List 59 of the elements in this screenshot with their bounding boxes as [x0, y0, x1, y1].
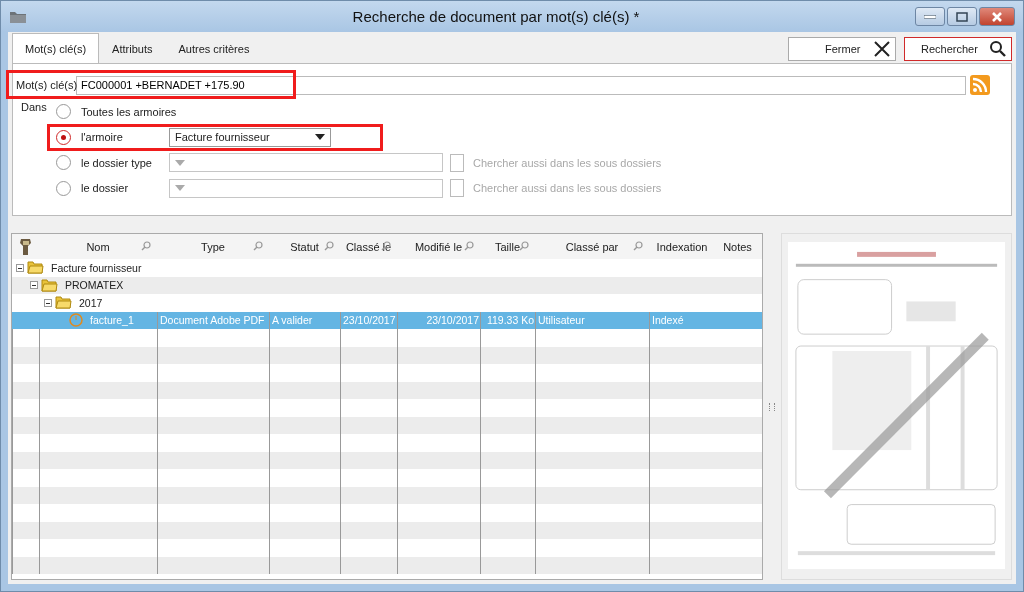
search-icon [989, 40, 1007, 58]
scope-label: Dans [21, 100, 48, 115]
collapse-toggle[interactable] [30, 281, 38, 290]
table-cell: A valider [272, 314, 313, 327]
keywords-label: Mot(s) clé(s) [16, 78, 78, 91]
close-button[interactable]: Fermer [788, 37, 896, 61]
collapse-toggle[interactable] [44, 298, 52, 307]
tab[interactable]: Mot(s) clé(s) [12, 33, 100, 64]
rss-icon [970, 75, 990, 95]
table-cell: 23/10/2017 [343, 314, 396, 327]
column-header[interactable]: Notes [723, 240, 752, 253]
maximize-button[interactable] [947, 7, 977, 26]
close-icon [873, 40, 891, 58]
clock-icon [69, 313, 83, 328]
column-header[interactable]: Classé par [565, 240, 619, 253]
table-cell: facture_1 [90, 314, 134, 327]
option-label: l'armoire [81, 131, 124, 144]
keywords-field[interactable]: FC000001 +BERNADET +175.90 [76, 75, 966, 95]
folder-icon [55, 296, 72, 310]
caret-icon [315, 134, 325, 141]
tab[interactable]: Autres critères [165, 33, 263, 63]
search-icon[interactable] [381, 241, 391, 251]
column-header[interactable]: Taille [494, 240, 521, 253]
radio-button[interactable] [56, 104, 71, 120]
column-header[interactable]: Indexation [656, 240, 708, 253]
folder-icon [27, 261, 44, 275]
collapse-toggle[interactable] [16, 263, 24, 272]
caret-icon [175, 185, 185, 192]
table-cell: Facture fournisseur [51, 261, 142, 274]
checkbox-label: Chercher aussi dans les sous dossiers [473, 156, 662, 169]
table-cell: Indexé [652, 314, 684, 327]
close-icon [991, 10, 1003, 23]
dropdown[interactable]: Facture fournisseur [169, 127, 331, 147]
table-cell: Utilisateur [538, 314, 585, 327]
table-cell: PROMATEX [65, 279, 124, 292]
tab[interactable]: Attributs [99, 33, 166, 63]
close-button[interactable] [979, 7, 1015, 26]
option-label: le dossier [81, 182, 130, 195]
column-header[interactable]: Statut [290, 240, 319, 253]
column-header[interactable]: Modifié le [414, 240, 463, 253]
minimize-icon [924, 14, 936, 19]
folder-icon [41, 278, 58, 292]
folder-icon [9, 9, 27, 24]
maximize-icon [956, 11, 968, 22]
option-label: Toutes les armoires [81, 105, 177, 118]
window-title: Recherche de document par mot(s) clé(s) * [351, 8, 641, 25]
search-button[interactable]: Rechercher [904, 37, 1012, 61]
caret-icon [175, 159, 185, 166]
radio-button[interactable] [56, 129, 71, 145]
table-cell: 2017 [79, 296, 103, 309]
table-cell: Document Adobe PDF [160, 314, 265, 327]
table-cell: 23/10/2017 [426, 314, 479, 327]
checkbox-label: Chercher aussi dans les sous dossiers [473, 182, 662, 195]
column-header[interactable]: Nom [86, 240, 110, 253]
splitter-handle[interactable] [769, 402, 775, 411]
column-header[interactable]: Type [201, 240, 225, 253]
table-cell: 119.33 Ko [486, 314, 534, 327]
option-label: le dossier type [81, 156, 153, 169]
minimize-button[interactable] [915, 7, 945, 26]
